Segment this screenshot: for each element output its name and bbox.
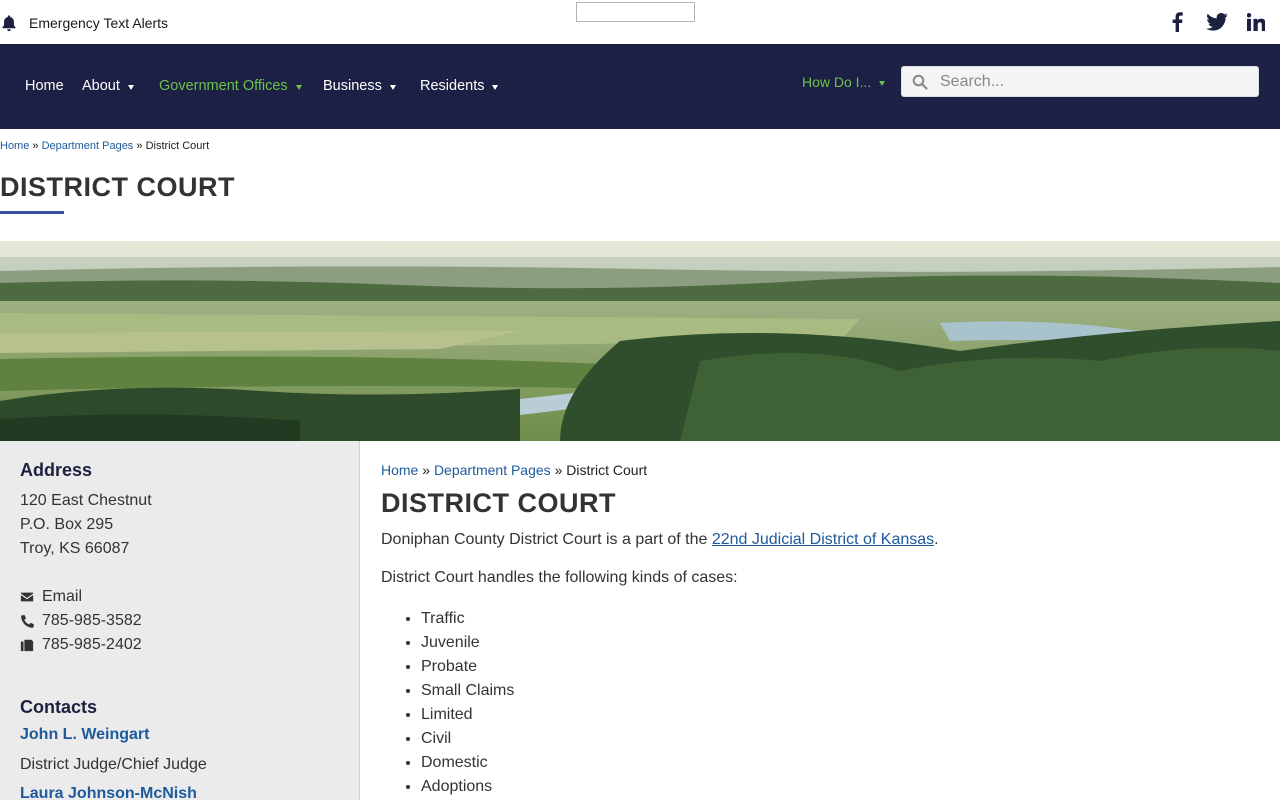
address-line: Troy, KS 66087 (20, 540, 130, 557)
breadcrumb-separator: » (554, 462, 563, 478)
breadcrumb-separator: » (32, 140, 39, 152)
chevron-down-icon (295, 84, 302, 90)
address-line: 120 East Chestnut (20, 492, 152, 509)
breadcrumb-home[interactable]: Home (381, 462, 418, 478)
contact-name-link[interactable]: John L. Weingart (20, 726, 149, 744)
chevron-down-icon (389, 84, 396, 90)
intro-text: Doniphan County District Court is a part… (381, 531, 712, 548)
linkedin-link[interactable] (1246, 10, 1266, 34)
bell-icon (2, 15, 16, 32)
nav-business-label: Business (323, 78, 382, 94)
linkedin-icon (1247, 13, 1265, 31)
facebook-link[interactable] (1168, 10, 1186, 34)
nav-government-offices-label: Government Offices (159, 78, 288, 94)
facebook-icon (1172, 12, 1183, 32)
chevron-down-icon (492, 84, 499, 90)
list-item: Probate (421, 655, 514, 679)
content-title: DISTRICT COURT (381, 488, 616, 518)
page-title: DISTRICT COURT (0, 172, 235, 202)
list-item: Small Claims (421, 679, 514, 703)
fax-icon (20, 639, 34, 652)
cases-intro: District Court handles the following kin… (381, 569, 738, 586)
list-item: Domestic (421, 751, 514, 775)
title-underline (0, 211, 64, 214)
search-icon[interactable] (912, 74, 928, 90)
nav-home[interactable]: Home (25, 76, 64, 96)
list-item: Traffic (421, 607, 514, 631)
breadcrumb-current: District Court (145, 140, 210, 152)
emergency-alerts-link[interactable]: Emergency Text Alerts (0, 12, 168, 34)
search-box (901, 66, 1259, 97)
address-line: P.O. Box 295 (20, 516, 114, 533)
case-types-list: Traffic Juvenile Probate Small Claims Li… (381, 607, 514, 799)
search-input[interactable] (938, 71, 1242, 92)
breadcrumb-department-pages[interactable]: Department Pages (42, 140, 134, 152)
breadcrumb-department-pages[interactable]: Department Pages (434, 462, 551, 478)
breadcrumb-home[interactable]: Home (0, 140, 29, 152)
chevron-down-icon (127, 84, 134, 90)
nav-business[interactable]: Business (323, 76, 396, 96)
envelope-icon (20, 592, 34, 602)
how-do-i-label: How Do I... (802, 74, 872, 90)
email-label: Email (42, 588, 83, 605)
nav-about[interactable]: About (82, 76, 134, 96)
nav-home-label: Home (25, 78, 64, 94)
phone-link[interactable]: 785-985-3582 (20, 612, 142, 630)
intro-suffix: . (934, 531, 939, 548)
breadcrumb-separator: » (136, 140, 143, 152)
nav-about-label: About (82, 78, 120, 94)
fax-line: 785-985-2402 (20, 636, 142, 654)
email-link[interactable]: Email (20, 588, 82, 606)
breadcrumb-separator: » (422, 462, 431, 478)
list-item: Civil (421, 727, 514, 751)
contacts-heading: Contacts (20, 697, 98, 717)
top-bar: Emergency Text Alerts (0, 0, 1280, 44)
phone-number: 785-985-3582 (42, 612, 142, 629)
phone-icon (21, 614, 34, 628)
contact-role: District Judge/Chief Judge (20, 756, 207, 773)
twitter-icon (1206, 13, 1228, 31)
contact-name-link[interactable]: Laura Johnson-McNish (20, 785, 197, 803)
main-nav: Home About Government Offices Business R… (0, 44, 1280, 129)
nav-residents-label: Residents (420, 78, 485, 94)
list-item: Adoptions (421, 775, 514, 799)
breadcrumb-current: District Court (566, 462, 648, 478)
emergency-alerts-label: Emergency Text Alerts (29, 15, 169, 31)
nav-residents[interactable]: Residents (420, 76, 499, 96)
twitter-link[interactable] (1205, 10, 1229, 34)
how-do-i-menu[interactable]: How Do I... (802, 74, 886, 90)
nav-government-offices[interactable]: Government Offices (159, 76, 302, 96)
hero-image (0, 241, 1280, 441)
content-breadcrumb: Home » Department Pages » District Court (381, 462, 647, 478)
fax-number: 785-985-2402 (42, 636, 142, 653)
chevron-down-icon (879, 80, 886, 86)
sidebar: Address 120 East Chestnut P.O. Box 295 T… (0, 441, 360, 803)
intro-paragraph: Doniphan County District Court is a part… (381, 531, 939, 549)
breadcrumb: Home » Department Pages » District Court (0, 140, 209, 152)
judicial-district-link[interactable]: 22nd Judicial District of Kansas (712, 531, 934, 548)
list-item: Limited (421, 703, 514, 727)
site-logo[interactable] (576, 2, 695, 22)
list-item: Juvenile (421, 631, 514, 655)
address-heading: Address (20, 460, 93, 480)
